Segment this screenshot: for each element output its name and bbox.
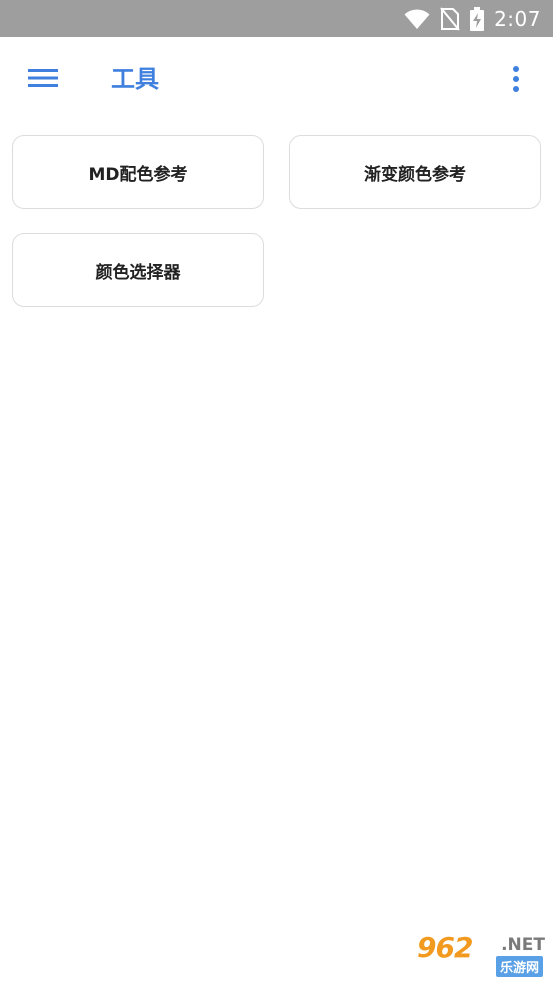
tool-card-label: 颜色选择器 [95,262,181,283]
tool-card-md-colors[interactable]: MD配色参考 [12,135,264,209]
screen: 2:07 工具 MD配色参考 渐变颜色参考 颜色选择器 962 .NET 乐游网 [0,0,553,983]
no-sim-icon [440,6,460,31]
battery-charging-icon [470,6,485,31]
status-time: 2:07 [494,6,541,31]
watermark-suffix: .NET [501,935,545,955]
tool-card-gradient-colors[interactable]: 渐变颜色参考 [289,135,541,209]
status-icons: 2:07 [404,0,541,37]
tool-card-label: 渐变颜色参考 [364,164,466,185]
tool-card-color-picker[interactable]: 颜色选择器 [12,233,264,307]
more-vert-icon [512,65,520,97]
page-title: 工具 [111,65,159,93]
app-bar: 工具 [0,37,553,123]
status-bar: 2:07 [0,0,553,37]
menu-button[interactable] [16,59,70,101]
menu-icon [28,68,58,92]
watermark-brand: 962 [417,931,473,964]
watermark-sub: 乐游网 [495,956,543,977]
overflow-menu-button[interactable] [499,61,533,101]
tool-card-label: MD配色参考 [88,164,188,185]
wifi-icon [404,8,430,30]
watermark-logo: 962 .NET 乐游网 [413,931,547,977]
